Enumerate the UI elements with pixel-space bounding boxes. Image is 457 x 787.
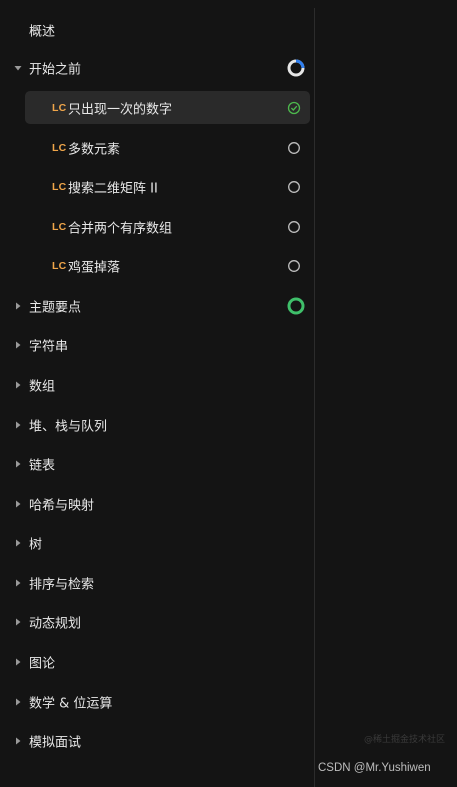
section-item[interactable]: 链表 xyxy=(0,447,314,481)
section-item[interactable]: 数组 xyxy=(0,368,314,402)
progress-ring-complete-icon xyxy=(286,296,306,316)
nav-item-overview-label: 概述 xyxy=(29,24,56,40)
section-before-start[interactable]: 开始之前 xyxy=(0,51,314,85)
section-label: 数组 xyxy=(29,379,56,395)
empty-circle-icon xyxy=(287,259,301,273)
panel-divider xyxy=(314,8,315,787)
watermark-ghost: @稀土掘金技术社区 xyxy=(364,735,446,745)
problem-label: 多数元素 xyxy=(68,142,121,157)
caret-right-icon xyxy=(14,421,22,429)
section-key-points[interactable]: 主题要点 xyxy=(0,289,314,323)
section-label: 排序与检索 xyxy=(29,577,95,593)
section-label: 主题要点 xyxy=(29,300,82,316)
section-label: 树 xyxy=(29,537,43,553)
section-item[interactable]: 数学 & 位运算 xyxy=(0,685,314,719)
section-item[interactable]: 哈希与映射 xyxy=(0,487,314,521)
lc-badge: LC xyxy=(52,101,67,114)
section-label: 字符串 xyxy=(29,339,69,355)
sidebar-nav: 概述 开始之前 LC 只出现一次的数字 LC 多数元素 LC 搜索二维矩阵 II… xyxy=(0,0,314,787)
check-circle-icon xyxy=(287,101,301,115)
problem-label: 只出现一次的数字 xyxy=(68,102,173,117)
problem-item[interactable]: LC 合并两个有序数组 xyxy=(25,210,310,243)
section-label: 开始之前 xyxy=(29,62,82,78)
section-item[interactable]: 排序与检索 xyxy=(0,566,314,600)
empty-circle-icon xyxy=(287,220,301,234)
progress-ring-icon xyxy=(286,58,306,78)
caret-right-icon xyxy=(14,381,22,389)
caret-right-icon xyxy=(14,341,22,349)
caret-down-icon xyxy=(14,64,22,72)
section-label: 哈希与映射 xyxy=(29,498,95,514)
empty-circle-icon xyxy=(287,141,301,155)
nav-item-overview[interactable]: 概述 xyxy=(0,13,314,47)
problem-item[interactable]: LC 只出现一次的数字 xyxy=(25,91,310,124)
section-label: 链表 xyxy=(29,458,56,474)
section-item[interactable]: 图论 xyxy=(0,645,314,679)
section-item[interactable]: 树 xyxy=(0,526,314,560)
caret-right-icon xyxy=(14,579,22,587)
watermark: CSDN @Mr.Yushiwen xyxy=(318,762,431,774)
section-label: 动态规划 xyxy=(29,616,82,632)
section-item[interactable]: 动态规划 xyxy=(0,605,314,639)
problem-label: 搜索二维矩阵 II xyxy=(68,181,158,196)
problem-label: 鸡蛋掉落 xyxy=(68,260,121,275)
caret-right-icon xyxy=(14,500,22,508)
section-item[interactable]: 字符串 xyxy=(0,328,314,362)
section-item[interactable]: 模拟面试 xyxy=(0,724,314,758)
caret-right-icon xyxy=(14,737,22,745)
lc-badge: LC xyxy=(52,141,67,154)
section-item[interactable]: 堆、栈与队列 xyxy=(0,408,314,442)
caret-right-icon xyxy=(14,618,22,626)
section-label: 模拟面试 xyxy=(29,735,82,751)
section-label: 堆、栈与队列 xyxy=(29,419,108,435)
section-label: 图论 xyxy=(29,656,56,672)
lc-badge: LC xyxy=(52,220,67,233)
caret-right-icon xyxy=(14,698,22,706)
empty-circle-icon xyxy=(287,180,301,194)
caret-right-icon xyxy=(14,302,22,310)
lc-badge: LC xyxy=(52,180,67,193)
caret-right-icon xyxy=(14,539,22,547)
problem-item[interactable]: LC 搜索二维矩阵 II xyxy=(25,170,310,203)
problem-item[interactable]: LC 多数元素 xyxy=(25,131,310,164)
caret-right-icon xyxy=(14,460,22,468)
lc-badge: LC xyxy=(52,259,67,272)
problem-label: 合并两个有序数组 xyxy=(68,221,173,236)
section-label: 数学 & 位运算 xyxy=(29,696,113,712)
problem-item[interactable]: LC 鸡蛋掉落 xyxy=(25,249,310,282)
caret-right-icon xyxy=(14,658,22,666)
